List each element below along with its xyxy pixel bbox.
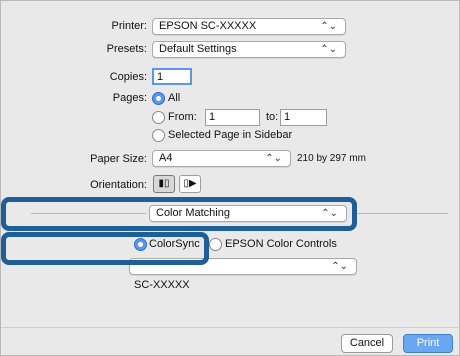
landscape-icon[interactable]: ▯▶ bbox=[179, 175, 201, 193]
epson-color-controls-radio[interactable] bbox=[209, 238, 222, 251]
presets-label: Presets: bbox=[106, 43, 147, 55]
updown-chevron-icon: ⌃⌄ bbox=[320, 44, 337, 55]
printer-value: EPSON SC-XXXXX bbox=[159, 20, 257, 32]
presets-popup[interactable]: Default Settings ⌃⌄ bbox=[152, 41, 346, 58]
cancel-button[interactable]: Cancel bbox=[341, 334, 393, 353]
pages-label: Pages: bbox=[112, 92, 147, 104]
epson-color-controls-label: EPSON Color Controls bbox=[225, 238, 337, 250]
printer-label: Printer: bbox=[111, 20, 147, 32]
printer-popup[interactable]: EPSON SC-XXXXX ⌃⌄ bbox=[152, 18, 346, 35]
portrait-icon[interactable]: ▮▯ bbox=[153, 175, 175, 193]
pages-from-label: From: bbox=[168, 111, 197, 123]
pages-selected-label: Selected Page in Sidebar bbox=[168, 129, 293, 141]
paper-size-popup[interactable]: A4 ⌃⌄ bbox=[152, 150, 291, 167]
footer-separator bbox=[1, 327, 460, 328]
paper-size-value: A4 bbox=[159, 152, 173, 164]
pages-to-field[interactable]: 1 bbox=[280, 109, 327, 126]
copies-field[interactable]: 1 bbox=[152, 68, 192, 85]
presets-value: Default Settings bbox=[159, 43, 237, 55]
paper-size-label: Paper Size: bbox=[90, 153, 147, 165]
highlight-section-popup bbox=[1, 197, 357, 231]
copies-label: Copies: bbox=[109, 71, 147, 83]
pages-from-radio[interactable] bbox=[152, 111, 165, 124]
orientation-label: Orientation: bbox=[90, 179, 147, 191]
pages-selected-radio[interactable] bbox=[152, 129, 165, 142]
updown-chevron-icon: ⌃⌄ bbox=[320, 21, 337, 32]
device-name: SC-XXXXX bbox=[134, 279, 190, 291]
print-button[interactable]: Print bbox=[403, 334, 453, 353]
highlight-colorsync bbox=[1, 232, 209, 265]
pages-all-radio[interactable] bbox=[152, 92, 165, 105]
updown-chevron-icon: ⌃⌄ bbox=[265, 153, 282, 164]
pages-all-label: All bbox=[168, 92, 181, 104]
separator-right bbox=[353, 213, 448, 214]
pages-from-field[interactable]: 1 bbox=[205, 109, 260, 126]
paper-dimensions: 210 by 297 mm bbox=[297, 153, 366, 164]
print-dialog: Printer: EPSON SC-XXXXX ⌃⌄ Presets: Defa… bbox=[0, 0, 460, 356]
pages-to-label: to: bbox=[266, 111, 279, 123]
updown-chevron-icon: ⌃⌄ bbox=[331, 261, 348, 272]
